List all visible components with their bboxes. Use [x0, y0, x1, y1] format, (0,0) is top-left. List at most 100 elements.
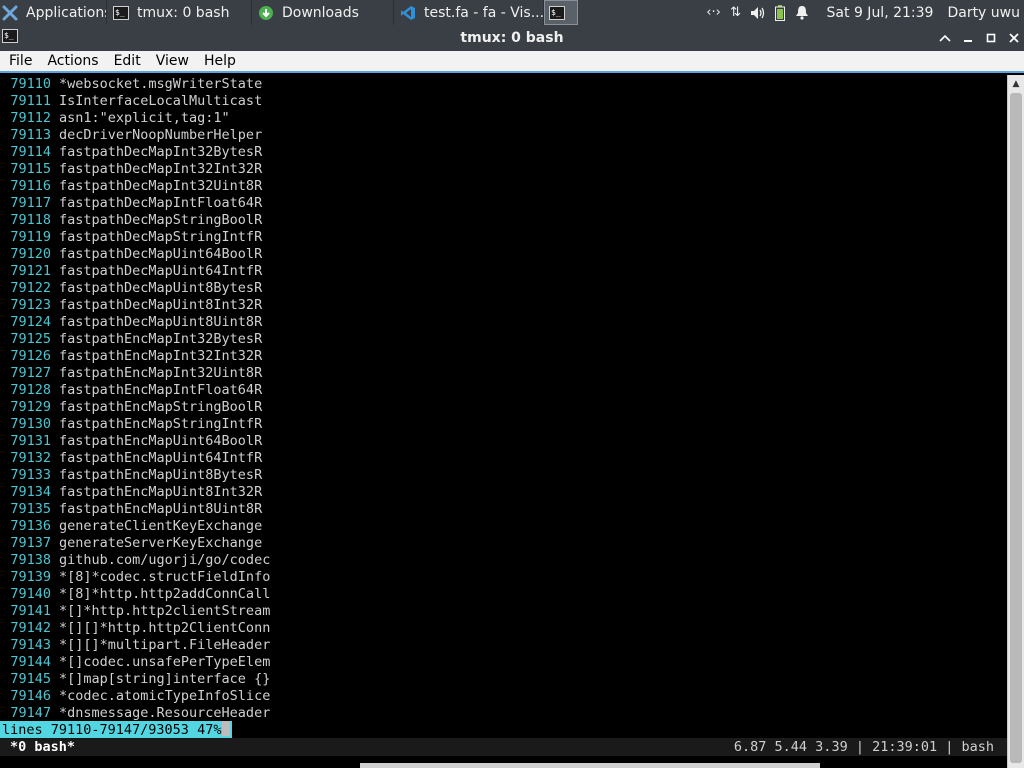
network-icon[interactable]: ‹·›: [703, 0, 725, 25]
line-text: generateServerKeyExchange: [59, 535, 263, 551]
scrollbar-thumb[interactable]: [1010, 93, 1022, 763]
line-number: 79122: [10, 280, 51, 296]
terminal-icon: $_: [113, 5, 129, 21]
line-text: *[8]*http.http2addConnCall: [59, 586, 271, 602]
task-terminal-active[interactable]: $_: [544, 0, 578, 25]
terminal-line: 79131 fastpathEncMapUint64BoolR: [0, 433, 270, 450]
vertical-scrollbar[interactable]: ▲: [1007, 75, 1024, 768]
terminal-line: 79118 fastpathDecMapStringBoolR: [0, 212, 270, 229]
battery-icon[interactable]: [769, 0, 791, 25]
terminal-line: 79136 generateClientKeyExchange: [0, 518, 270, 535]
applications-menu-button[interactable]: Applications: [0, 0, 107, 25]
task-vscode[interactable]: test.fa - fa - Vis...: [394, 0, 544, 25]
terminal-line: 79141 *[]*http.http2clientStream: [0, 603, 270, 620]
window-title: tmux: 0 bash: [460, 30, 564, 46]
task-downloads-label: Downloads: [282, 4, 359, 21]
line-text: fastpathDecMapInt32Uint8R: [59, 178, 263, 194]
terminal-line: 79143 *[][]*multipart.FileHeader: [0, 637, 270, 654]
volume-icon[interactable]: [747, 0, 769, 25]
line-text: fastpathEncMapUint8Uint8R: [59, 501, 263, 517]
terminal-line: 79120 fastpathDecMapUint64BoolR: [0, 246, 270, 263]
less-output: 79110 *websocket.msgWriterState 79111 IsInt…: [0, 76, 270, 722]
terminal-area[interactable]: 79110 *websocket.msgWriterState 79111 IsInt…: [0, 75, 1007, 768]
terminal-line: 79127 fastpathEncMapInt32Uint8R: [0, 365, 270, 382]
terminal-line: 79137 generateServerKeyExchange: [0, 535, 270, 552]
line-number: 79138: [10, 552, 51, 568]
user-menu[interactable]: Darty uwu: [947, 5, 1020, 21]
line-text: *[8]*codec.structFieldInfo: [59, 569, 271, 585]
menu-actions[interactable]: Actions: [41, 53, 104, 69]
line-text: fastpathEncMapInt32Int32R: [59, 348, 263, 364]
line-number: 79112: [10, 110, 51, 126]
close-button[interactable]: [1003, 27, 1024, 49]
line-text: fastpathDecMapUint64BoolR: [59, 246, 263, 262]
top-panel: Applications $_ tmux: 0 bash Downloads t…: [0, 0, 1024, 25]
line-number: 79121: [10, 263, 51, 279]
line-text: *websocket.msgWriterState: [59, 76, 263, 92]
terminal-line: 79145 *[]map[string]interface {}: [0, 671, 270, 688]
roll-up-button[interactable]: [934, 27, 956, 49]
terminal-line: 79124 fastpathDecMapUint8Uint8R: [0, 314, 270, 331]
line-text: *[][]*multipart.FileHeader: [59, 637, 271, 653]
line-number: 79130: [10, 416, 51, 432]
task-downloads[interactable]: Downloads: [252, 0, 394, 25]
transfer-icon[interactable]: ⇅: [725, 0, 747, 25]
line-number: 79129: [10, 399, 51, 415]
clock[interactable]: Sat 9 Jul, 21:39: [827, 5, 934, 21]
menu-edit[interactable]: Edit: [108, 53, 147, 69]
line-text: *[][]*http.http2ClientConn: [59, 620, 271, 636]
line-text: fastpathEncMapInt32Uint8R: [59, 365, 263, 381]
line-text: fastpathDecMapUint8Uint8R: [59, 314, 263, 330]
line-number: 79131: [10, 433, 51, 449]
line-number: 79116: [10, 178, 51, 194]
line-number: 79147: [10, 705, 51, 721]
menubar: File Actions Edit View Help: [0, 51, 1024, 73]
terminal-icon: $_: [549, 5, 565, 21]
less-status-text: lines 79110-79147/93053 47%: [2, 722, 222, 738]
tmux-window-label[interactable]: *0 bash*: [10, 738, 75, 756]
terminal-line: 79122 fastpathDecMapUint8BytesR: [0, 280, 270, 297]
tmux-status-right: 6.87 5.44 3.39 | 21:39:01 | bash: [733, 739, 994, 755]
maximize-button[interactable]: [980, 27, 1002, 49]
line-text: fastpathEncMapStringBoolR: [59, 399, 263, 415]
task-tmux[interactable]: $_ tmux: 0 bash: [107, 0, 252, 25]
downloads-icon: [258, 5, 274, 21]
terminal-line: 79139 *[8]*codec.structFieldInfo: [0, 569, 270, 586]
line-text: fastpathEncMapStringIntfR: [59, 416, 263, 432]
terminal-line: 79133 fastpathEncMapUint8BytesR: [0, 467, 270, 484]
line-number: 79114: [10, 144, 51, 160]
task-vscode-label: test.fa - fa - Vis...: [424, 4, 544, 21]
notification-bell-icon[interactable]: [791, 0, 813, 25]
task-tmux-label: tmux: 0 bash: [137, 4, 230, 21]
scroll-up-arrow-icon[interactable]: ▲: [1008, 75, 1024, 92]
line-text: *[]*http.http2clientStream: [59, 603, 271, 619]
terminal-line: 79129 fastpathEncMapStringBoolR: [0, 399, 270, 416]
window-titlebar[interactable]: $_ tmux: 0 bash: [0, 25, 1024, 51]
vscode-icon: [400, 5, 416, 21]
menu-view[interactable]: View: [150, 53, 195, 69]
menu-file[interactable]: File: [3, 53, 38, 69]
terminal-line: 79111 IsInterfaceLocalMulticast: [0, 93, 270, 110]
line-text: fastpathEncMapUint64IntfR: [59, 450, 263, 466]
line-text: fastpathEncMapInt32BytesR: [59, 331, 263, 347]
line-number: 79117: [10, 195, 51, 211]
line-text: fastpathDecMapStringIntfR: [59, 229, 263, 245]
line-number: 79111: [10, 93, 51, 109]
line-text: decDriverNoopNumberHelper: [59, 127, 263, 143]
line-text: github.com/ugorji/go/codec: [59, 552, 271, 568]
line-number: 79135: [10, 501, 51, 517]
line-text: fastpathDecMapStringBoolR: [59, 212, 263, 228]
line-number: 79137: [10, 535, 51, 551]
line-number: 79119: [10, 229, 51, 245]
menu-help[interactable]: Help: [198, 53, 242, 69]
horizontal-scrollbar[interactable]: [360, 763, 820, 768]
line-number: 79123: [10, 297, 51, 313]
line-text: fastpathDecMapIntFloat64R: [59, 195, 263, 211]
line-number: 79124: [10, 314, 51, 330]
terminal-line: 79117 fastpathDecMapIntFloat64R: [0, 195, 270, 212]
line-text: *[]map[string]interface {}: [59, 671, 271, 687]
minimize-button[interactable]: [957, 27, 979, 49]
terminal-line: 79142 *[][]*http.http2ClientConn: [0, 620, 270, 637]
terminal-line: 79126 fastpathEncMapInt32Int32R: [0, 348, 270, 365]
line-number: 79139: [10, 569, 51, 585]
